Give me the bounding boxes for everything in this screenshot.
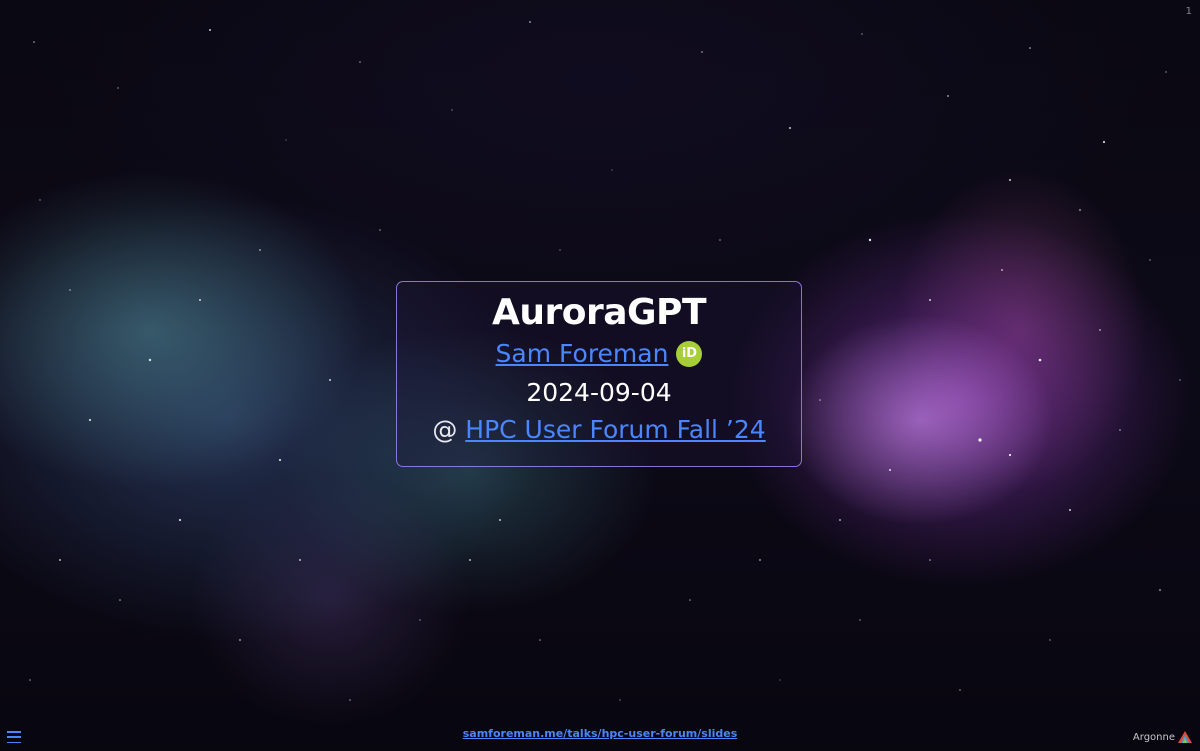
footer-url-link[interactable]: samforeman.me/talks/hpc-user-forum/slide…: [463, 727, 738, 740]
argonne-logo: Argonne: [1133, 731, 1192, 743]
venue-row: @ HPC User Forum Fall ’24: [397, 415, 801, 444]
title-card: AuroraGPT Sam Foreman iD 2024-09-04 @ HP…: [396, 281, 802, 467]
orcid-icon[interactable]: iD: [676, 340, 703, 367]
author-link[interactable]: Sam Foreman: [496, 339, 669, 368]
author-row: Sam Foreman iD: [397, 339, 801, 368]
venue-link[interactable]: HPC User Forum Fall ’24: [465, 415, 765, 444]
slide-title: AuroraGPT: [491, 292, 707, 333]
footer: samforeman.me/talks/hpc-user-forum/slide…: [0, 722, 1200, 741]
slide-number: 1: [1185, 6, 1192, 17]
presentation-date: 2024-09-04: [526, 378, 672, 407]
venue-prefix: @: [432, 415, 458, 444]
logo-text: Argonne: [1132, 731, 1175, 743]
slide-stage: 1 AuroraGPT Sam Foreman iD 2024-09-04 @ …: [0, 0, 1200, 751]
argonne-logo-icon: [1178, 731, 1192, 743]
